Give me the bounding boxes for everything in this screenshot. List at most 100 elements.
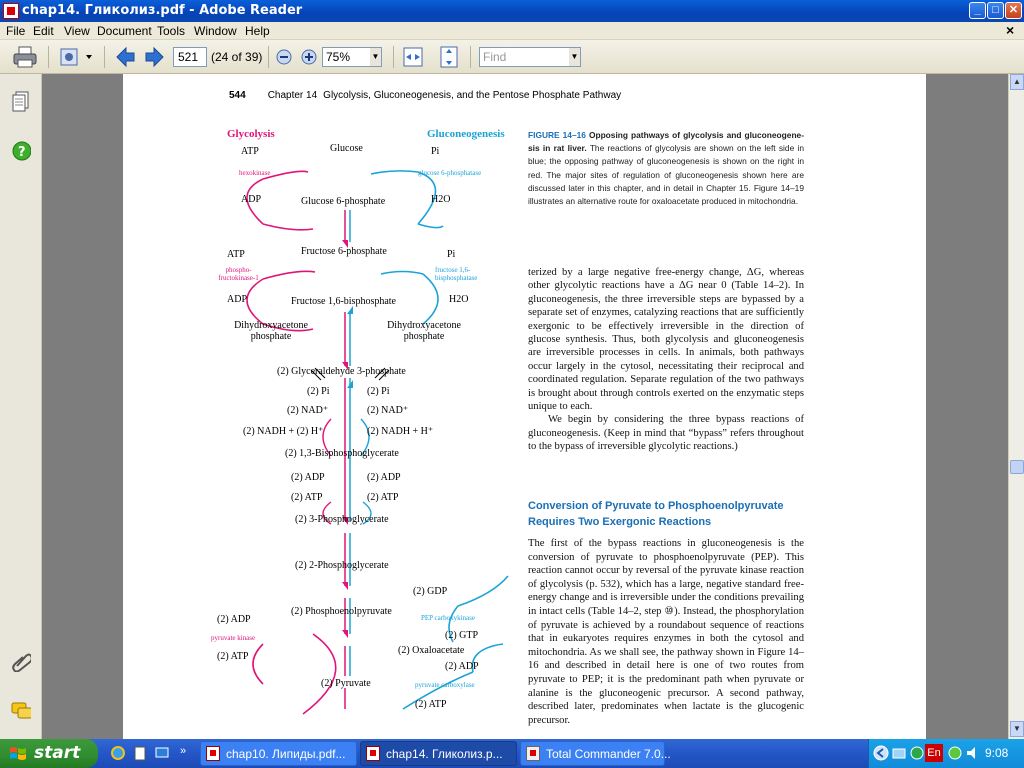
menu-document[interactable]: Document bbox=[97, 24, 152, 38]
adobe-reader-icon bbox=[3, 3, 19, 19]
task-chap10[interactable]: chap10. Липиды.pdf... bbox=[200, 741, 357, 766]
section-heading: Conversion of Pyruvate to Phosphoenolpyr… bbox=[528, 500, 784, 528]
maximize-button[interactable]: □ bbox=[987, 2, 1004, 19]
comments-icon[interactable] bbox=[11, 700, 31, 722]
menu-tools[interactable]: Tools bbox=[157, 24, 185, 38]
zoom-level-select[interactable]: 75% ▼ bbox=[322, 47, 382, 67]
pyruvate-carboxylase-label: pyruvate carboxylase bbox=[415, 681, 475, 689]
nadh-right-label: (2) NADH + H⁺ bbox=[367, 426, 434, 437]
clock: 9:08 bbox=[985, 746, 1009, 760]
security-icon[interactable] bbox=[909, 745, 925, 761]
running-head: 544 Chapter 14 Glycolysis, Gluconeogenesis… bbox=[229, 90, 621, 101]
atp2-right-label: (2) ATP bbox=[367, 492, 399, 503]
menu-bar: File Edit View Document Tools Window Hel… bbox=[0, 22, 1024, 40]
zoom-out-icon[interactable] bbox=[275, 45, 293, 69]
scroll-up-icon[interactable]: ▲ bbox=[1010, 74, 1024, 90]
h2o-label: H2O bbox=[431, 194, 451, 205]
antivirus-icon[interactable] bbox=[947, 745, 963, 761]
scrollbar-thumb[interactable] bbox=[1010, 460, 1024, 474]
adp-label: ADP bbox=[241, 194, 262, 205]
find-input[interactable]: Find ▼ bbox=[479, 47, 581, 67]
h2o-label: H2O bbox=[449, 294, 469, 305]
toolbar-separator bbox=[470, 46, 471, 68]
minimize-button[interactable]: _ bbox=[969, 2, 986, 19]
task-label: chap10. Липиды.pdf... bbox=[226, 747, 346, 761]
adp2-right-label: (2) ADP bbox=[367, 472, 401, 483]
language-indicator[interactable]: En bbox=[925, 744, 943, 762]
fructose-16-bisphosphate-label: Fructose 1,6-bisphosphate bbox=[291, 296, 396, 307]
task-label: chap14. Гликолиз.p... bbox=[386, 747, 503, 761]
chevron-left-icon[interactable] bbox=[873, 745, 889, 761]
fit-width-icon[interactable] bbox=[402, 45, 424, 69]
pyruvate-label: (2) Pyruvate bbox=[321, 678, 371, 689]
close-button[interactable]: ✕ bbox=[1005, 2, 1022, 19]
menu-help[interactable]: Help bbox=[245, 24, 270, 38]
taskbar: start » chap10. Липиды.pdf... chap14. Гл… bbox=[0, 739, 1024, 768]
hexokinase-label: hexokinase bbox=[239, 169, 271, 177]
paragraph: terized by a large negative free-energy … bbox=[528, 267, 804, 413]
adp-pk-label: (2) ADP bbox=[217, 614, 251, 625]
menu-file[interactable]: File bbox=[6, 24, 25, 38]
chevron-down-icon[interactable]: ▼ bbox=[569, 48, 580, 66]
find-placeholder: Find bbox=[483, 50, 507, 64]
document-view[interactable]: 544 Chapter 14 Glycolysis, Gluconeogenesis… bbox=[42, 74, 1008, 739]
menu-edit[interactable]: Edit bbox=[33, 24, 54, 38]
atp2-left-label: (2) ATP bbox=[291, 492, 323, 503]
pages-icon[interactable] bbox=[11, 90, 31, 112]
svg-text:?: ? bbox=[18, 145, 26, 160]
fit-page-icon[interactable] bbox=[438, 45, 460, 69]
figure-caption: FIGURE 14–16 Opposing pathways of glycol… bbox=[528, 129, 804, 208]
dhap-left-label: Dihydroxyacetone phosphate bbox=[234, 320, 308, 342]
toolbar-separator bbox=[104, 46, 105, 68]
toolbar-separator bbox=[48, 46, 49, 68]
navigation-pane: ? bbox=[0, 74, 42, 739]
page-number-input[interactable]: 521 bbox=[173, 47, 207, 67]
task-label: Total Commander 7.0... bbox=[546, 747, 671, 761]
internet-explorer-icon[interactable] bbox=[110, 745, 126, 761]
select-tool-icon[interactable] bbox=[58, 45, 94, 69]
zoom-in-icon[interactable] bbox=[300, 45, 318, 69]
atp-label: ATP bbox=[227, 249, 245, 260]
desktop-icon[interactable] bbox=[154, 745, 170, 761]
glycolysis-header: Glycolysis bbox=[227, 128, 275, 140]
atp-pc-label: (2) ATP bbox=[415, 699, 447, 710]
title-bar: chap14. Гликолиз.pdf - Adobe Reader _ □ … bbox=[0, 0, 1024, 22]
menu-view[interactable]: View bbox=[64, 24, 90, 38]
chevron-down-icon[interactable]: ▼ bbox=[370, 48, 381, 66]
volume-icon[interactable] bbox=[965, 745, 981, 761]
attachments-icon[interactable] bbox=[11, 650, 31, 672]
vertical-scrollbar[interactable]: ▲ ▼ bbox=[1008, 74, 1024, 739]
body-text: The first of the bypass reactions in glu… bbox=[528, 538, 804, 726]
2-phosphoglycerate-label: (2) 2-Phosphoglycerate bbox=[295, 560, 389, 571]
close-document-button[interactable]: × bbox=[1006, 22, 1014, 38]
pdf-icon bbox=[366, 746, 380, 761]
documents-icon[interactable] bbox=[132, 745, 148, 761]
next-page-icon[interactable] bbox=[144, 45, 166, 69]
menu-window[interactable]: Window bbox=[194, 24, 237, 38]
pi2-left-label: (2) Pi bbox=[307, 386, 330, 397]
g3p-label: (2) Glyceraldehyde 3-phosphate bbox=[277, 366, 406, 377]
previous-page-icon[interactable] bbox=[114, 45, 136, 69]
start-button[interactable]: start bbox=[0, 739, 98, 768]
atp-label: ATP bbox=[241, 146, 259, 157]
print-icon[interactable] bbox=[12, 45, 38, 69]
total-commander-icon bbox=[526, 746, 540, 761]
pep-label: (2) Phosphoenolpyruvate bbox=[291, 606, 392, 617]
task-total-commander[interactable]: Total Commander 7.0... bbox=[520, 741, 671, 766]
task-chap14[interactable]: chap14. Гликолиз.p... bbox=[360, 741, 517, 766]
zoom-level-value: 75% bbox=[326, 50, 351, 64]
figure-label: FIGURE 14–16 bbox=[528, 130, 586, 140]
pi-label: Pi bbox=[431, 146, 440, 157]
nadh-left-label: (2) NADH + (2) H⁺ bbox=[243, 426, 324, 437]
glucose-6-phosphatase-label: glucose 6-phosphatase bbox=[418, 169, 482, 177]
scroll-down-icon[interactable]: ▼ bbox=[1010, 721, 1024, 737]
windows-flag-icon bbox=[10, 747, 26, 760]
3-phosphoglycerate-label: (2) 3-Phosphoglycerate bbox=[295, 514, 389, 525]
gtp-label: (2) GTP bbox=[445, 630, 479, 641]
network-icon[interactable] bbox=[891, 745, 907, 761]
chevron-right-icon[interactable]: » bbox=[180, 745, 196, 761]
window-title: chap14. Гликолиз.pdf - Adobe Reader bbox=[22, 3, 303, 18]
help-icon[interactable]: ? bbox=[11, 140, 31, 162]
toolbar: 521 (24 of 39) 75% ▼ Find ▼ bbox=[0, 40, 1024, 74]
pyruvate-kinase-label: pyruvate kinase bbox=[211, 634, 256, 642]
